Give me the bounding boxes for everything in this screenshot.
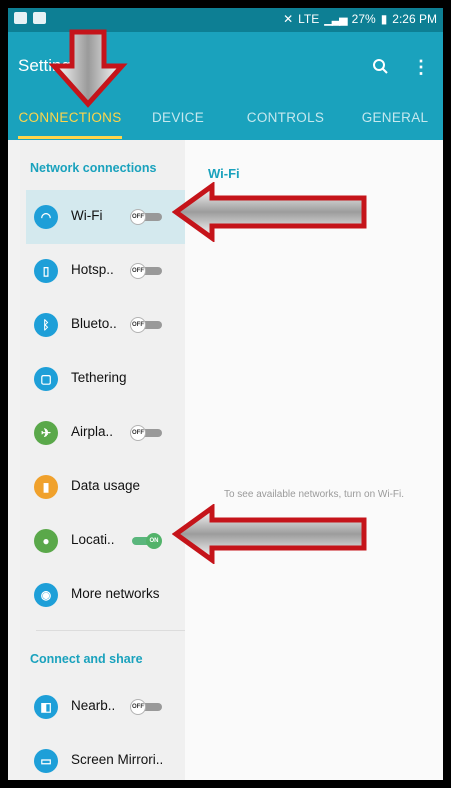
detail-title: Wi-Fi [208, 166, 240, 181]
sidebar-item-label: Locati.. [71, 532, 115, 547]
sidebar-item-nearby[interactable]: ◧ Nearb.. OFF [26, 680, 185, 734]
hotspot-icon: ▯ [34, 259, 58, 283]
tab-general[interactable]: GENERAL [350, 110, 440, 125]
sidebar-item-wifi[interactable]: ◠ Wi-Fi OFF [26, 190, 185, 244]
sidebar-item-label: Blueto.. [71, 316, 117, 331]
sidebar-item-location[interactable]: ● Locati.. ON [26, 514, 185, 568]
sidebar-item-hotspot[interactable]: ▯ Hotsp.. OFF [26, 244, 185, 298]
section-header-network: Network connections [30, 161, 157, 175]
sidebar-item-data-usage[interactable]: ▮ Data usage [26, 460, 185, 514]
sidebar-item-airplane[interactable]: ✈ Airpla.. OFF [26, 406, 185, 460]
sidebar-item-label: Tethering [71, 370, 127, 385]
network-type: LTE [298, 12, 320, 26]
sidebar-item-bluetooth[interactable]: ᛒ Blueto.. OFF [26, 298, 185, 352]
section-header-share: Connect and share [30, 652, 143, 666]
location-icon: ● [34, 529, 58, 553]
clock: 2:26 PM [392, 12, 437, 26]
settings-sidebar: Network connections ◠ Wi-Fi OFF ▯ Hotsp.… [20, 140, 185, 780]
sidebar-item-label: Screen Mirrori.. [71, 752, 164, 767]
more-networks-icon: ◉ [34, 583, 58, 607]
tab-connections[interactable]: CONNECTIONS [10, 110, 130, 125]
sidebar-item-label: Data usage [71, 478, 141, 493]
mute-icon: ✕ [283, 12, 294, 26]
sidebar-item-label: Wi-Fi [71, 208, 103, 223]
signal-icon: ▁▃▅ [324, 13, 347, 26]
airplane-toggle[interactable]: OFF [130, 425, 164, 441]
battery-icon: ▮ [380, 12, 388, 26]
sidebar-item-label: Nearb.. [71, 698, 116, 713]
sidebar-item-more-networks[interactable]: ◉ More networks [26, 568, 185, 622]
sidebar-item-label: Airpla.. [71, 424, 114, 439]
airplane-icon: ✈ [34, 421, 58, 445]
tab-controls[interactable]: CONTROLS [238, 110, 333, 125]
hotspot-toggle[interactable]: OFF [130, 263, 164, 279]
nearby-toggle[interactable]: OFF [130, 699, 164, 715]
sidebar-item-label: More networks [71, 586, 160, 601]
bluetooth-toggle[interactable]: OFF [130, 317, 164, 333]
battery-percent: 27% [351, 12, 376, 26]
annotation-arrow-down-icon [48, 29, 128, 108]
tab-device[interactable]: DEVICE [138, 110, 218, 125]
bluetooth-icon: ᛒ [34, 313, 58, 337]
screen-mirroring-icon: ▭ [34, 749, 58, 773]
message-notification-icon [33, 12, 46, 24]
wifi-off-message: To see available networks, turn on Wi-Fi… [223, 489, 405, 500]
location-toggle[interactable]: ON [130, 533, 164, 549]
wifi-toggle[interactable]: OFF [130, 209, 164, 225]
more-options-icon[interactable]: ⋮ [412, 56, 430, 78]
data-usage-icon: ▮ [34, 475, 58, 499]
tethering-icon: ▢ [34, 367, 58, 391]
wifi-icon: ◠ [34, 205, 58, 229]
sidebar-item-tethering[interactable]: ▢ Tethering [26, 352, 185, 406]
phone-screen: ✕ LTE ▁▃▅ 27% ▮ 2:26 PM Settings ⋮ CONNE… [8, 8, 443, 780]
annotation-arrow-left-location-icon [172, 504, 367, 564]
gallery-notification-icon [14, 12, 27, 24]
active-tab-indicator [18, 136, 122, 139]
annotation-arrow-left-wifi-icon [172, 182, 367, 242]
search-icon[interactable] [371, 57, 391, 77]
section-divider [36, 630, 185, 631]
nearby-icon: ◧ [34, 695, 58, 719]
sidebar-item-screen-mirroring[interactable]: ▭ Screen Mirrori.. [26, 734, 185, 780]
sidebar-item-label: Hotsp.. [71, 262, 114, 277]
